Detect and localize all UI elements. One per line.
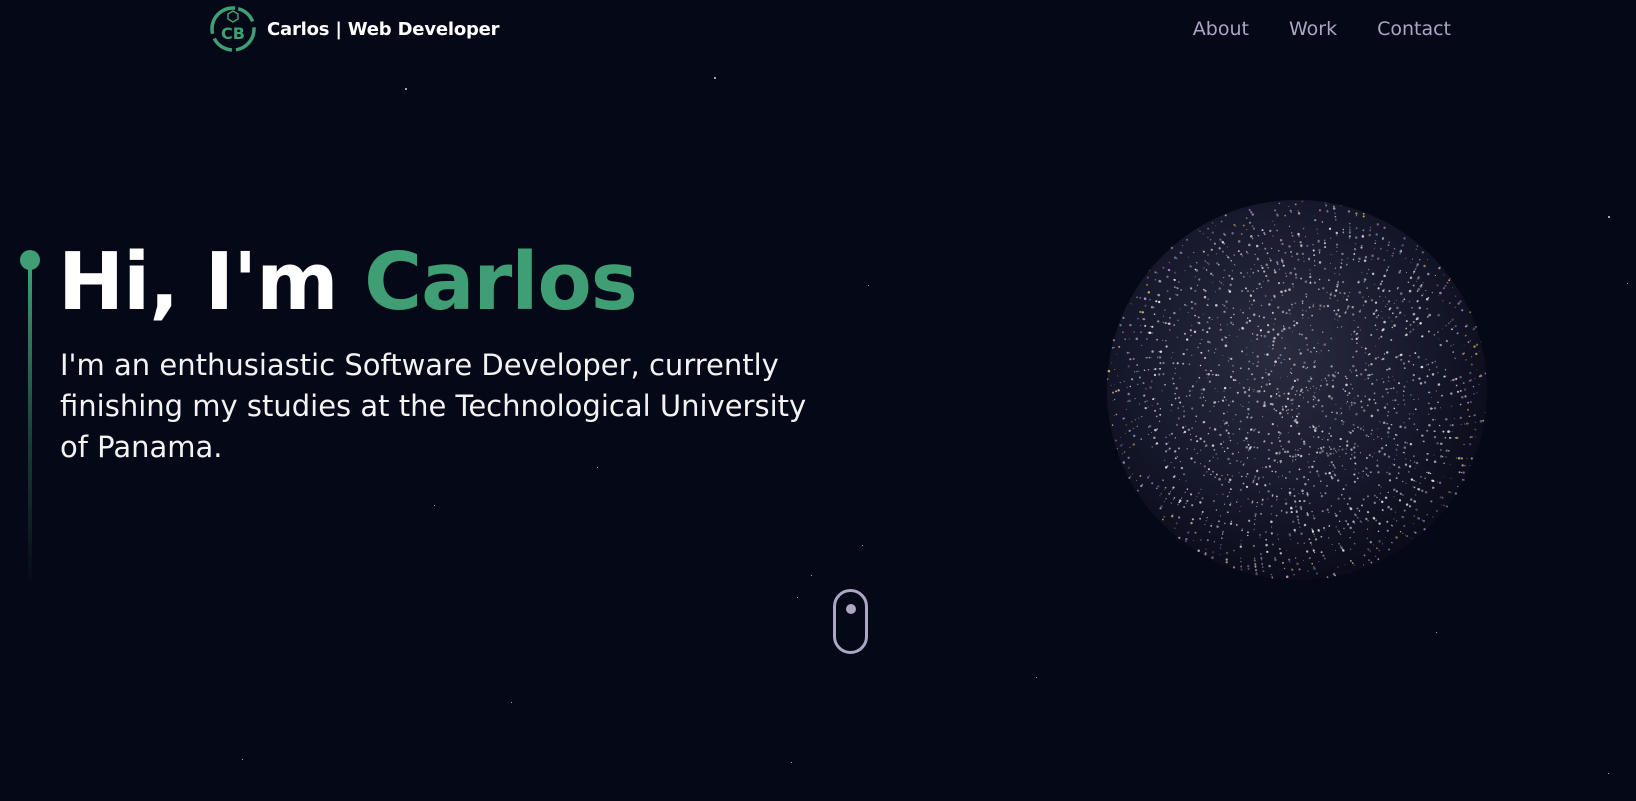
hero-title: Hi, I'm Carlos <box>58 236 638 328</box>
logo-initials: CB <box>221 24 245 43</box>
hero-accent-line <box>20 250 40 590</box>
particle-earth-globe[interactable] <box>1090 190 1505 590</box>
star <box>797 597 798 598</box>
star <box>434 505 435 506</box>
star <box>1436 632 1437 633</box>
star <box>405 88 407 90</box>
star <box>511 702 512 703</box>
star <box>1608 773 1609 774</box>
scroll-dot <box>846 604 856 614</box>
globe-sphere <box>1107 200 1487 580</box>
star <box>242 759 243 760</box>
scroll-mouse-icon[interactable] <box>833 589 868 654</box>
nav-link-work[interactable]: Work <box>1289 18 1337 40</box>
hero-greeting: Hi, I'm <box>58 236 339 328</box>
star <box>811 575 812 576</box>
star <box>791 762 792 763</box>
nav-link-contact[interactable]: Contact <box>1377 18 1451 40</box>
star <box>1627 283 1628 284</box>
brand-link[interactable]: CB Carlos | Web Developer <box>209 5 500 53</box>
nav-links: About Work Contact <box>1193 18 1451 40</box>
hero-accent-dot <box>20 250 40 270</box>
nav-link-about[interactable]: About <box>1193 18 1249 40</box>
star <box>862 545 863 546</box>
hero-name: Carlos <box>364 236 638 328</box>
navbar: CB Carlos | Web Developer About Work Con… <box>0 0 1636 62</box>
star <box>868 285 869 286</box>
brand-title: Carlos | Web Developer <box>267 18 500 40</box>
hero-accent-bar <box>28 268 32 588</box>
cb-monogram-logo-icon: CB <box>210 6 256 52</box>
star <box>1036 677 1037 678</box>
page: CB Carlos | Web Developer About Work Con… <box>0 0 1636 801</box>
star <box>1608 216 1610 218</box>
star <box>714 77 716 79</box>
hero-subtitle: I'm an enthusiastic Software Developer, … <box>60 348 807 464</box>
